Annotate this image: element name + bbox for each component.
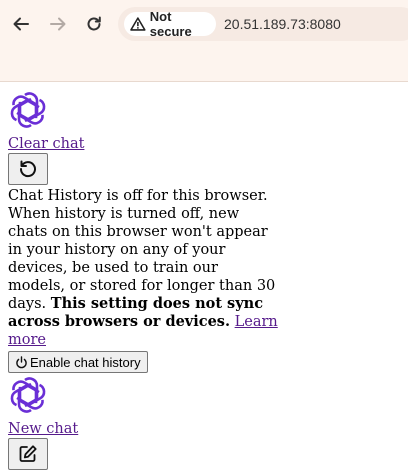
toolbar-strip — [0, 48, 408, 82]
clear-chat-link[interactable]: Clear chat — [8, 135, 278, 153]
openai-logo-icon — [10, 92, 46, 128]
history-notice-bold: This setting does not sync across browse… — [8, 295, 264, 330]
power-icon — [16, 355, 27, 368]
new-chat-link[interactable]: New chat — [8, 420, 278, 438]
openai-logo-icon — [10, 376, 46, 413]
enable-history-label: Enable chat history — [30, 354, 141, 370]
edit-icon — [19, 444, 37, 462]
history-notice-text: Chat History is off for this browser. Wh… — [8, 188, 276, 312]
security-chip[interactable]: Not secure — [124, 9, 216, 39]
reload-icon[interactable] — [83, 13, 105, 35]
new-chat-button[interactable] — [8, 437, 48, 470]
clear-chat-button[interactable] — [8, 153, 48, 185]
reset-icon — [19, 160, 36, 178]
address-bar[interactable]: Not secure 20.51.189.73:8080 — [118, 7, 408, 41]
sidebar: Clear chat Chat History is off for this … — [8, 90, 278, 470]
warning-icon — [130, 17, 146, 31]
enable-history-button[interactable]: Enable chat history — [8, 351, 148, 373]
browser-toolbar: Not secure 20.51.189.73:8080 — [0, 0, 408, 48]
security-label: Not secure — [149, 9, 192, 39]
url-text[interactable]: 20.51.189.73:8080 — [224, 16, 341, 32]
history-off-notice: Chat History is off for this browser. Wh… — [8, 187, 278, 349]
forward-arrow-icon[interactable] — [47, 13, 69, 35]
back-arrow-icon[interactable] — [10, 13, 32, 35]
